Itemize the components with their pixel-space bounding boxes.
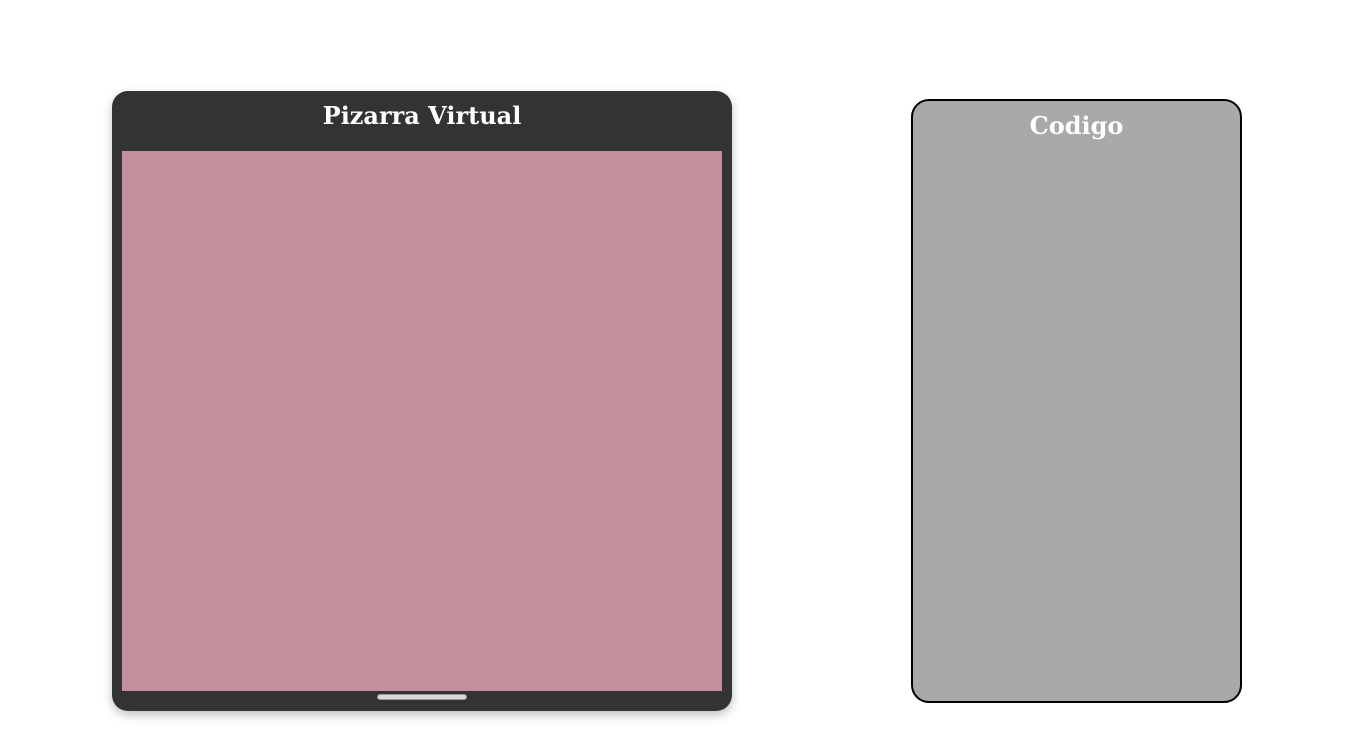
code-panel: Codigo — [911, 99, 1242, 703]
resize-handle[interactable] — [377, 694, 467, 700]
drawing-canvas[interactable] — [122, 151, 722, 691]
whiteboard-title: Pizarra Virtual — [322, 101, 522, 130]
whiteboard-panel: Pizarra Virtual — [112, 91, 732, 711]
code-content-area — [929, 155, 1224, 685]
code-panel-title: Codigo — [1029, 111, 1124, 140]
